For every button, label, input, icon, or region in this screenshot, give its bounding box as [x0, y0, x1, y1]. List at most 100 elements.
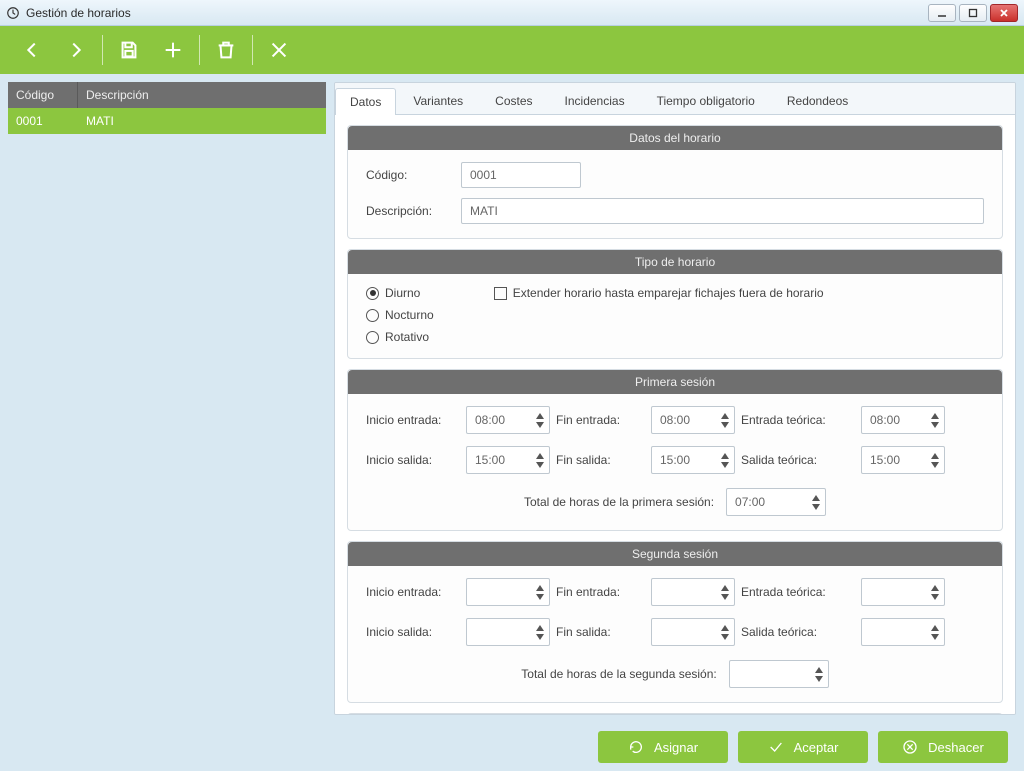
salida-teorica-label: Salida teórica: [741, 453, 861, 467]
radio-rotativo[interactable]: Rotativo [366, 330, 434, 344]
tab-incidencias[interactable]: Incidencias [550, 87, 640, 114]
save-button[interactable] [107, 26, 151, 74]
tab-costes[interactable]: Costes [480, 87, 547, 114]
checkbox-label: Extender horario hasta emparejar fichaje… [513, 286, 824, 300]
salida-teorica2-spin[interactable] [861, 618, 945, 646]
codigo-label: Código: [366, 168, 451, 182]
undo-icon [628, 739, 644, 755]
fin-entrada-label: Fin entrada: [556, 413, 651, 427]
asignar-button[interactable]: Asignar [598, 731, 728, 763]
entrada-teorica2-spin[interactable] [861, 578, 945, 606]
spin-arrows-icon [535, 452, 545, 469]
section-header: Segunda sesión [348, 542, 1002, 566]
footer: Asignar Aceptar Deshacer [0, 723, 1024, 771]
window-controls [928, 4, 1018, 22]
fin-salida-label: Fin salida: [556, 453, 651, 467]
fin-salida2-spin[interactable] [651, 618, 735, 646]
fin-entrada2-spin[interactable] [651, 578, 735, 606]
close-button[interactable] [990, 4, 1018, 22]
window-title: Gestión de horarios [26, 6, 131, 20]
tab-strip: Datos Variantes Costes Incidencias Tiemp… [335, 83, 1015, 115]
spin-arrows-icon [930, 412, 940, 429]
section-primera-sesion: Primera sesión Inicio entrada: 08:00 Fin… [347, 369, 1003, 531]
titlebar: Gestión de horarios [0, 0, 1024, 26]
inicio-salida-label: Inicio salida: [366, 453, 466, 467]
spin-arrows-icon [720, 452, 730, 469]
table-row[interactable]: 0001 MATI [8, 108, 326, 134]
minimize-button[interactable] [928, 4, 956, 22]
spin-arrows-icon [720, 412, 730, 429]
salida-teorica2-label: Salida teórica: [741, 625, 861, 639]
spin-arrows-icon [930, 452, 940, 469]
entrada-teorica-spin[interactable]: 08:00 [861, 406, 945, 434]
radio-label: Diurno [385, 286, 420, 300]
tab-tiempo-obligatorio[interactable]: Tiempo obligatorio [642, 87, 770, 114]
total-primera-spin[interactable]: 07:00 [726, 488, 826, 516]
add-button[interactable] [151, 26, 195, 74]
entrada-teorica2-label: Entrada teórica: [741, 585, 861, 599]
codigo-input[interactable] [461, 162, 581, 188]
table-header: Código Descripción [8, 82, 326, 108]
section-limites: Límites horarios Límite inferior del hor… [347, 713, 1003, 714]
cancel-button[interactable] [257, 26, 301, 74]
fin-salida-spin[interactable]: 15:00 [651, 446, 735, 474]
deshacer-button[interactable]: Deshacer [878, 731, 1008, 763]
section-segunda-sesion: Segunda sesión Inicio entrada: Fin entra… [347, 541, 1003, 703]
extender-checkbox[interactable]: Extender horario hasta emparejar fichaje… [494, 286, 824, 300]
delete-button[interactable] [204, 26, 248, 74]
section-datos-horario: Datos del horario Código: Descripción: [347, 125, 1003, 239]
maximize-button[interactable] [959, 4, 987, 22]
clock-icon [6, 6, 20, 20]
aceptar-button[interactable]: Aceptar [738, 731, 868, 763]
spin-arrows-icon [811, 494, 821, 511]
cell-codigo: 0001 [8, 108, 78, 134]
check-icon [768, 739, 784, 755]
toolbar [0, 26, 1024, 74]
radio-diurno[interactable]: Diurno [366, 286, 434, 300]
inicio-entrada2-spin[interactable] [466, 578, 550, 606]
radio-label: Rotativo [385, 330, 429, 344]
form-area: Datos del horario Código: Descripción: T… [335, 115, 1015, 714]
spin-arrows-icon [535, 584, 545, 601]
toolbar-separator [252, 35, 253, 65]
inicio-salida2-spin[interactable] [466, 618, 550, 646]
total-segunda-label: Total de horas de la segunda sesión: [521, 667, 716, 681]
inicio-entrada-label: Inicio entrada: [366, 413, 466, 427]
checkbox-icon [494, 287, 507, 300]
spin-arrows-icon [720, 624, 730, 641]
fin-salida2-label: Fin salida: [556, 625, 651, 639]
spin-arrows-icon [930, 584, 940, 601]
inicio-salida-spin[interactable]: 15:00 [466, 446, 550, 474]
prev-button[interactable] [10, 26, 54, 74]
radio-nocturno[interactable]: Nocturno [366, 308, 434, 322]
tab-variantes[interactable]: Variantes [398, 87, 478, 114]
main-panel: Datos Variantes Costes Incidencias Tiemp… [334, 82, 1016, 715]
col-descripcion[interactable]: Descripción [78, 82, 326, 108]
close-circle-icon [902, 739, 918, 755]
inicio-entrada-spin[interactable]: 08:00 [466, 406, 550, 434]
radio-icon [366, 287, 379, 300]
sidebar: Código Descripción 0001 MATI [8, 82, 326, 715]
spin-arrows-icon [720, 584, 730, 601]
fin-entrada-spin[interactable]: 08:00 [651, 406, 735, 434]
button-label: Asignar [654, 740, 698, 755]
tab-datos[interactable]: Datos [335, 88, 396, 115]
next-button[interactable] [54, 26, 98, 74]
cell-descripcion: MATI [78, 108, 326, 134]
total-segunda-spin[interactable] [729, 660, 829, 688]
spin-arrows-icon [814, 666, 824, 683]
tab-redondeos[interactable]: Redondeos [772, 87, 863, 114]
fin-entrada2-label: Fin entrada: [556, 585, 651, 599]
button-label: Deshacer [928, 740, 984, 755]
descripcion-input[interactable] [461, 198, 984, 224]
inicio-salida2-label: Inicio salida: [366, 625, 466, 639]
descripcion-label: Descripción: [366, 204, 451, 218]
toolbar-separator [102, 35, 103, 65]
section-header: Datos del horario [348, 126, 1002, 150]
inicio-entrada2-label: Inicio entrada: [366, 585, 466, 599]
entrada-teorica-label: Entrada teórica: [741, 413, 861, 427]
col-codigo[interactable]: Código [8, 82, 78, 108]
salida-teorica-spin[interactable]: 15:00 [861, 446, 945, 474]
spin-arrows-icon [535, 624, 545, 641]
content-area: Código Descripción 0001 MATI Datos Varia… [0, 74, 1024, 723]
